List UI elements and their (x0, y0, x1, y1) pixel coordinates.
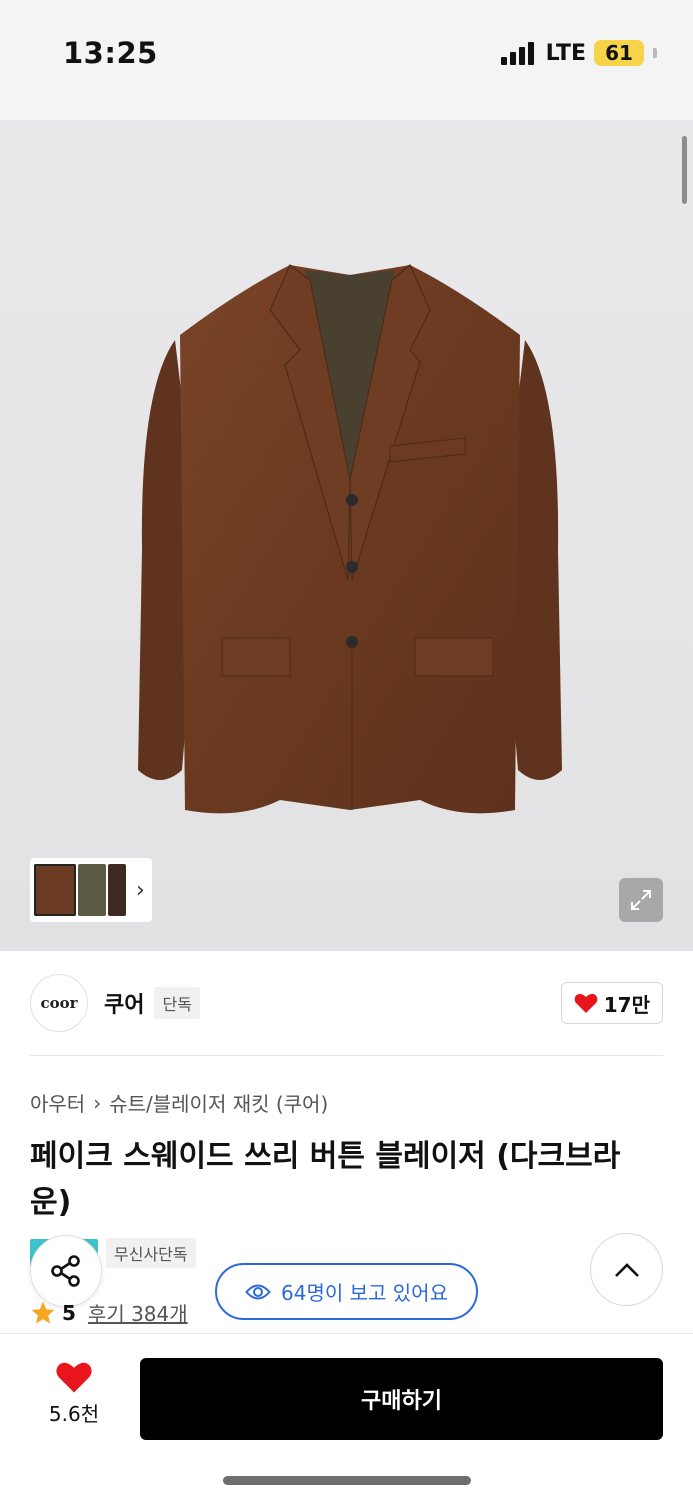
signal-icon (500, 41, 534, 65)
thumbnail-dark[interactable] (108, 864, 126, 916)
rating-row: 5 후기 384개 (30, 1298, 188, 1327)
star-icon (31, 1301, 55, 1324)
wish-button[interactable]: 5.6천 (30, 1360, 118, 1427)
expand-button[interactable] (619, 878, 663, 922)
viewers-text: 64명이 보고 있어요 (281, 1281, 448, 1305)
battery-level: 61 (605, 41, 633, 65)
brand-logo[interactable]: coor (30, 974, 88, 1032)
network-type: LTE (545, 40, 586, 66)
share-icon (51, 1255, 80, 1287)
status-indicators: LTE 61 (500, 40, 657, 66)
breadcrumb-category[interactable]: 아우터 (30, 1088, 85, 1117)
scroll-top-button[interactable] (590, 1233, 663, 1306)
chevron-right-icon: › (93, 1090, 102, 1115)
bottom-action-bar: 5.6천 구매하기 (0, 1333, 693, 1500)
status-bar: 13:25 LTE 61 (0, 0, 693, 120)
home-indicator (223, 1476, 471, 1485)
chevron-up-icon (614, 1262, 639, 1277)
store-exclusive-badge: 무신사단독 (106, 1238, 196, 1268)
rating-score: 5 (62, 1300, 76, 1325)
scroll-indicator (682, 136, 687, 204)
brand-like-count: 17만 (603, 992, 650, 1017)
eye-icon (245, 1284, 271, 1299)
battery-cap (653, 48, 657, 58)
thumbnail-strip[interactable]: › (30, 858, 152, 922)
viewers-pill: 64명이 보고 있어요 (215, 1263, 478, 1320)
battery-icon: 61 (594, 40, 644, 66)
exclusive-badge: 단독 (154, 987, 200, 1019)
product-image-gallery[interactable]: › (0, 120, 693, 951)
brand-like-button[interactable]: 17만 (560, 982, 663, 1024)
product-title: 페이크 스웨이드 쓰리 버튼 블레이저 (다크브라운) (30, 1139, 621, 1220)
heart-icon (574, 993, 598, 1013)
thumbnail-brown[interactable] (34, 864, 76, 916)
brand-name[interactable]: 쿠어 (104, 987, 144, 1019)
review-count-link[interactable]: 후기 384개 (88, 1298, 188, 1327)
wish-count: 5.6천 (48, 1402, 100, 1426)
buy-button[interactable]: 구매하기 (140, 1358, 663, 1440)
expand-icon (631, 890, 651, 910)
chevron-right-icon[interactable]: › (136, 878, 145, 903)
product-image (138, 264, 562, 814)
status-time: 13:25 (63, 36, 158, 70)
breadcrumb: 아우터 › 슈트/블레이저 재킷 (쿠어) (30, 1088, 328, 1117)
share-button[interactable] (30, 1235, 102, 1307)
divider (30, 1055, 663, 1056)
thumbnail-olive[interactable] (78, 864, 106, 916)
breadcrumb-subcategory[interactable]: 슈트/블레이저 재킷 (쿠어) (109, 1088, 328, 1117)
heart-icon (56, 1362, 92, 1393)
brand-row: coor 쿠어 단독 17만 (30, 972, 663, 1034)
